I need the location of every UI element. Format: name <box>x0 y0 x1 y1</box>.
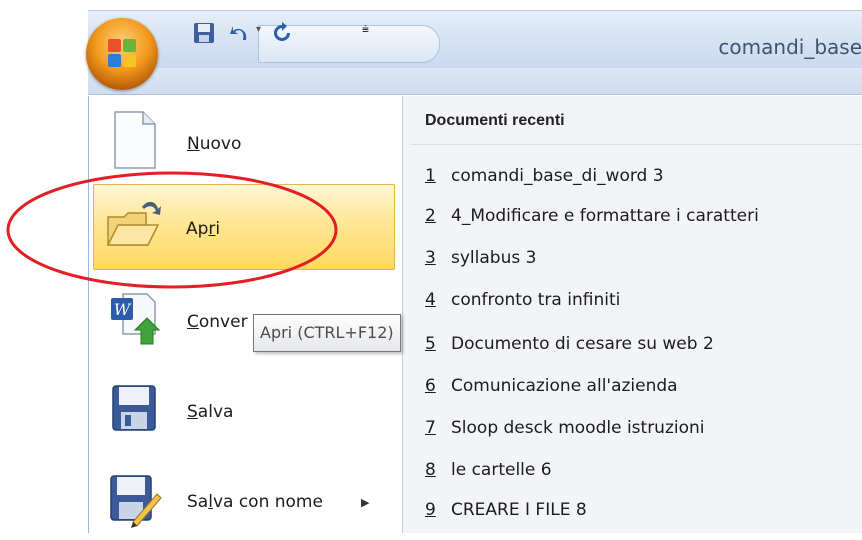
customize-qat-icon[interactable]: ⩧ <box>362 22 369 37</box>
redo-icon[interactable] <box>270 22 294 44</box>
recent-document-item[interactable]: 7 Sloop desck moodle istruzioni <box>425 418 705 438</box>
save-icon <box>112 385 156 431</box>
office-button[interactable] <box>86 18 158 90</box>
recent-document-item[interactable]: 2 4_Modificare e formattare i caratteri <box>425 206 759 226</box>
divider <box>411 144 861 145</box>
ribbon-strip <box>88 68 862 95</box>
menu-item-apri[interactable]: Apri <box>93 184 395 270</box>
menu-item-label: Nuovo <box>187 134 242 154</box>
tooltip: Apri (CTRL+F12) <box>253 314 401 352</box>
recent-document-item[interactable]: 6 Comunicazione all'azienda <box>425 376 678 396</box>
new-document-icon <box>114 111 156 169</box>
recent-document-item[interactable]: 1 comandi_base_di_word 3 <box>425 166 664 186</box>
recent-document-item[interactable]: 5 Documento di cesare su web 2 <box>425 334 714 354</box>
convert-icon: W <box>111 293 161 345</box>
document-title: comandi_base <box>718 35 862 59</box>
save-icon[interactable] <box>193 22 215 44</box>
save-as-icon <box>110 475 162 528</box>
office-logo-icon <box>108 39 136 67</box>
menu-item-salva-con-nome[interactable]: Salva con nome ▶ <box>95 456 395 540</box>
undo-dropdown-icon[interactable]: ▾ <box>256 24 261 35</box>
menu-item-label: Conver <box>187 312 248 332</box>
menu-item-nuovo[interactable]: Nuovo <box>95 98 395 182</box>
recent-documents-panel: Documenti recenti 1 comandi_base_di_word … <box>402 96 862 533</box>
recent-document-item[interactable]: 3 syllabus 3 <box>425 248 536 268</box>
submenu-arrow-icon: ▶ <box>361 496 370 509</box>
recent-document-item[interactable]: 4 confronto tra infiniti <box>425 290 620 310</box>
recent-document-item[interactable]: 9 CREARE I FILE 8 <box>425 500 587 520</box>
open-folder-icon <box>106 201 161 246</box>
menu-item-label: Salva con nome <box>187 492 323 512</box>
svg-text:W: W <box>114 300 132 319</box>
recent-document-item[interactable]: 8 le cartelle 6 <box>425 460 552 480</box>
menu-item-label: Apri <box>186 219 221 239</box>
menu-item-salva[interactable]: Salva <box>95 366 395 450</box>
undo-icon[interactable] <box>228 22 254 44</box>
recent-documents-header: Documenti recenti <box>425 112 565 129</box>
menu-item-label: Salva <box>187 402 234 422</box>
